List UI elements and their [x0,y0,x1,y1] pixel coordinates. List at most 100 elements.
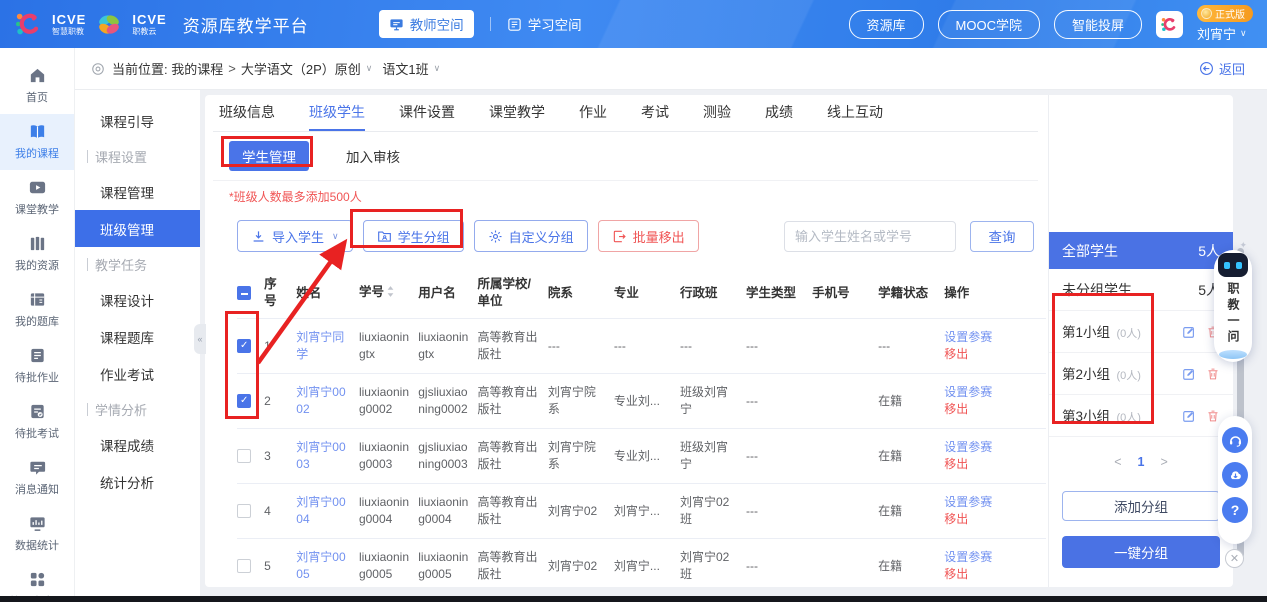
group-item-1[interactable]: 第2小组 (0人) [1049,353,1233,395]
rail-item-0[interactable]: 首页 [0,58,74,114]
set-contest-link[interactable]: 设置参赛 [944,384,1038,401]
menu-item-6[interactable]: 课程题库 [75,318,200,355]
remove-link[interactable]: 移出 [944,566,1038,583]
student-name-link[interactable]: 刘宵宁0004 [296,495,345,526]
remove-link[interactable]: 移出 [944,456,1038,473]
rail-item-1[interactable]: 我的课程 [0,114,74,170]
student-grouping-button[interactable]: 学生分组 [363,220,464,252]
auto-group-button[interactable]: 一键分组 [1062,536,1220,568]
header-pill-0[interactable]: 资源库 [849,10,924,39]
student-name-link[interactable]: 刘宵宁0003 [296,440,345,471]
edit-icon[interactable] [1182,409,1196,423]
monitor-icon [389,17,404,32]
group-ungrouped-students[interactable]: 未分组学生 5人 [1049,269,1233,311]
rail-item-4[interactable]: 我的题库 [0,282,74,338]
menu-item-5[interactable]: 课程设计 [75,281,200,318]
tab-5[interactable]: 考试 [641,95,669,131]
query-button[interactable]: 查询 [970,221,1034,252]
chevron-right-icon[interactable]: > [1160,455,1167,469]
set-contest-link[interactable]: 设置参赛 [944,494,1038,511]
location-icon [91,62,105,76]
teacher-space-tab[interactable]: 教师空间 [379,10,474,38]
select-all-checkbox[interactable] [237,286,251,300]
tab-1[interactable]: 班级学生 [309,95,365,131]
menu-item-3[interactable]: 班级管理 [75,210,200,247]
edit-icon[interactable] [1182,325,1196,339]
chevron-down-icon: ∨ [332,231,339,242]
rail-item-7[interactable]: 消息通知 [0,450,74,506]
menu-item-7[interactable]: 作业考试 [75,355,200,392]
row-checkbox[interactable] [237,559,251,573]
cloud-download-icon[interactable] [1222,462,1248,488]
chevron-down-icon[interactable]: ∨ [366,63,373,74]
group-item-2[interactable]: 第3小组 (0人) [1049,395,1233,437]
header-pill-2[interactable]: 智能投屏 [1054,10,1142,39]
subtab-0[interactable]: 学生管理 [229,141,309,171]
delete-icon[interactable] [1206,409,1220,423]
row-checkbox[interactable] [237,504,251,518]
set-contest-link[interactable]: 设置参赛 [944,329,1038,346]
collapse-sidebar-handle[interactable]: « [194,324,206,354]
subtab-1[interactable]: 加入审核 [333,141,413,171]
tab-6[interactable]: 测验 [703,95,731,131]
sort-icon[interactable] [386,285,395,303]
username: 刘宵宁 [1197,24,1236,43]
student-name-link[interactable]: 刘宵宁同学 [296,330,344,361]
learning-space-tab[interactable]: 学习空间 [507,14,582,34]
customer-service-icon[interactable] [1222,427,1248,453]
rail-item-8[interactable]: 数据统计 [0,506,74,562]
custom-grouping-button[interactable]: 自定义分组 [474,220,588,252]
rail-item-2[interactable]: 课堂教学 [0,170,74,226]
tab-8[interactable]: 线上互动 [827,95,883,131]
col-header-4: 所属学校/单位 [478,268,548,319]
batch-remove-button[interactable]: 批量移出 [598,220,699,252]
rail-item-6[interactable]: 待批考试 [0,394,74,450]
row-checkbox[interactable] [237,394,251,408]
menu-item-2[interactable]: 课程管理 [75,173,200,210]
rail-item-5[interactable]: 待批作业 [0,338,74,394]
tab-4[interactable]: 作业 [579,95,607,131]
menu-item-9[interactable]: 课程成绩 [75,426,200,463]
student-name-link[interactable]: 刘宵宁0002 [296,385,345,416]
remove-link[interactable]: 移出 [944,511,1038,528]
menu-item-10[interactable]: 统计分析 [75,463,200,500]
delete-icon[interactable] [1206,367,1220,381]
remove-link[interactable]: 移出 [944,401,1038,418]
logo2-name: ICVE [132,13,166,26]
rail-item-3[interactable]: 我的资源 [0,226,74,282]
close-floating-icon[interactable]: ✕ [1225,549,1244,568]
remove-link[interactable]: 移出 [944,346,1038,363]
group-list: 第1小组 (0人) 第2小组 (0人) 第3小组 (0人) [1049,311,1233,437]
group-all-students[interactable]: 全部学生 5人 [1049,232,1233,269]
tab-7[interactable]: 成绩 [765,95,793,131]
chevron-left-icon[interactable]: < [1114,455,1121,469]
tab-0[interactable]: 班级信息 [219,95,275,131]
chevron-down-icon[interactable]: ∨ [434,63,441,74]
group-item-0[interactable]: 第1小组 (0人) [1049,311,1233,353]
tab-2[interactable]: 课件设置 [399,95,455,131]
help-icon[interactable]: ? [1222,497,1248,523]
user-menu[interactable]: 正式版 刘宵宁 ∨ [1197,5,1253,43]
row-checkbox[interactable] [237,339,251,353]
breadcrumb-root[interactable]: 我的课程 [171,59,223,78]
set-contest-link[interactable]: 设置参赛 [944,549,1038,566]
assistant-widget[interactable]: ✦ 职教一问 [1214,250,1252,362]
student-search-input[interactable] [784,221,956,252]
header-pill-1[interactable]: MOOC学院 [938,10,1040,39]
app-icon[interactable] [1156,11,1183,38]
set-contest-link[interactable]: 设置参赛 [944,439,1038,456]
breadcrumb-course[interactable]: 大学语文（2P）原创 [241,59,361,78]
current-page[interactable]: 1 [1138,455,1145,469]
class-limit-notice: *班级人数最多添加500人 [229,188,1038,205]
row-checkbox[interactable] [237,449,251,463]
statistics-icon [28,514,47,533]
back-button[interactable]: 返回 [1199,59,1245,78]
import-students-button[interactable]: 导入学生 ∨ [237,220,353,252]
breadcrumb-class[interactable]: 语文1班 [382,59,428,78]
col-header-0: 序号 [264,268,296,319]
edit-icon[interactable] [1182,367,1196,381]
menu-item-0[interactable]: 课程引导 [75,102,200,139]
student-name-link[interactable]: 刘宵宁0005 [296,550,345,581]
tab-3[interactable]: 课堂教学 [489,95,545,131]
add-group-button[interactable]: 添加分组 [1062,491,1220,521]
